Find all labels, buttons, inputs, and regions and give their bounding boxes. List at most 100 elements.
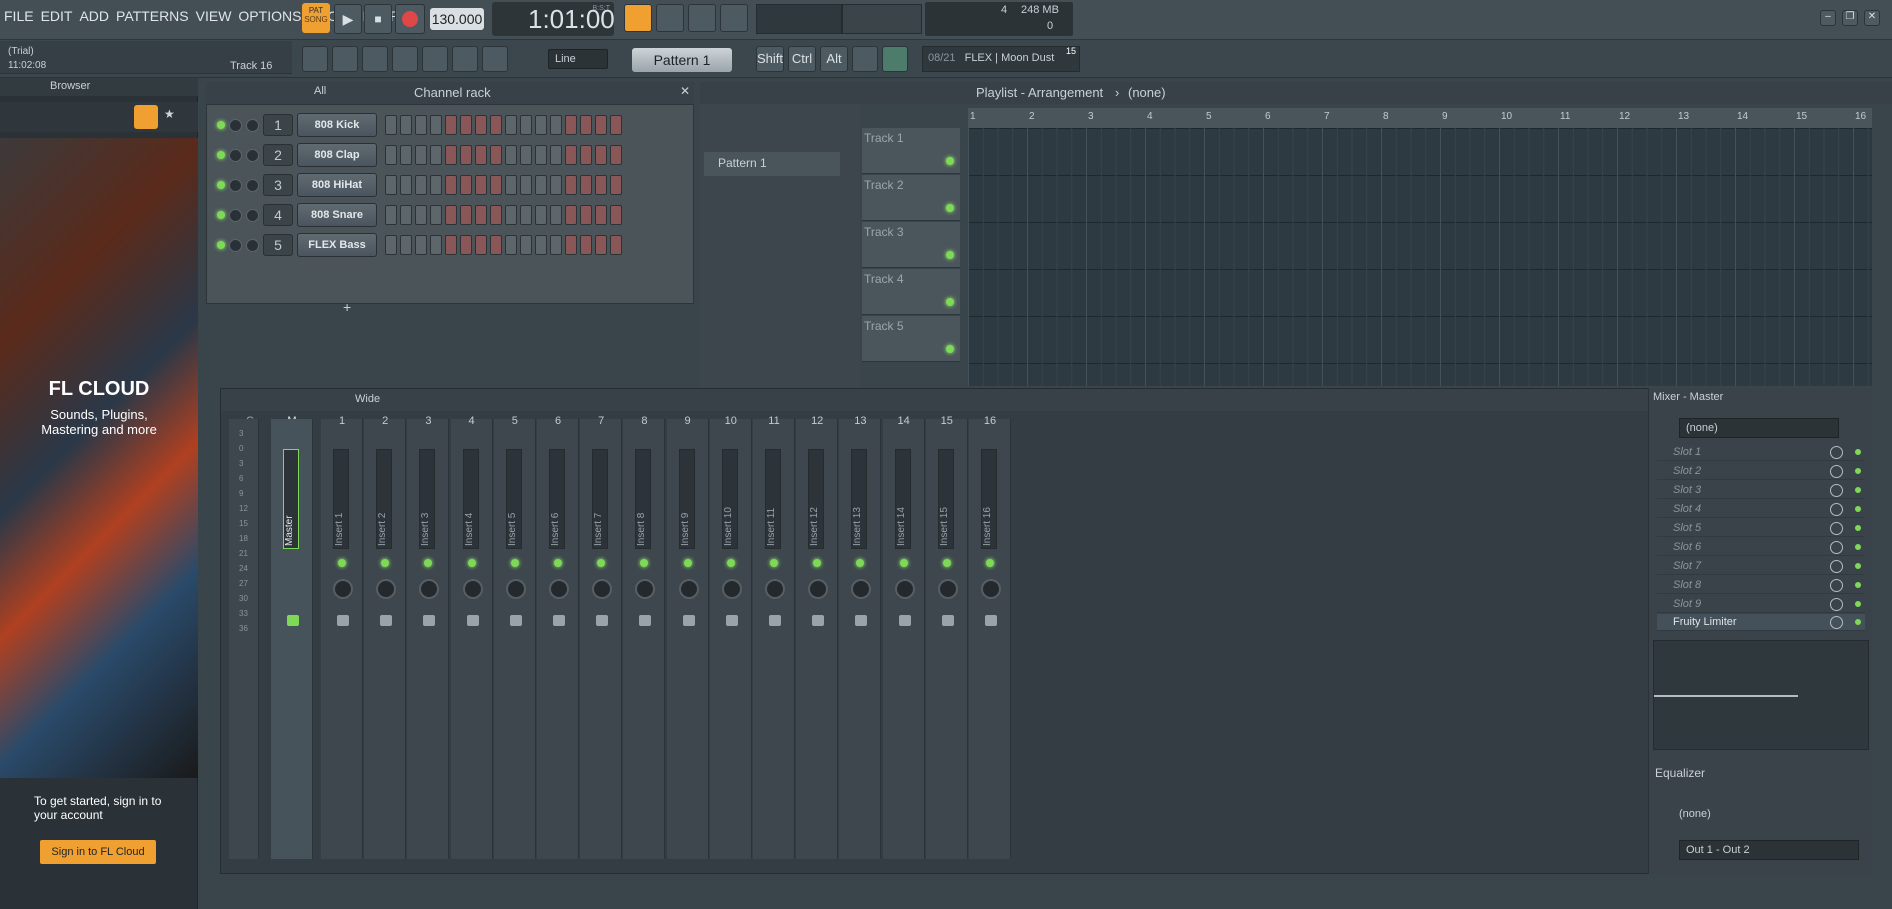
step-button[interactable] (490, 175, 502, 195)
insert-enable-led[interactable] (640, 559, 649, 567)
effect-slot[interactable]: Slot 7 (1657, 558, 1865, 575)
slot-mix-icon[interactable] (1830, 484, 1843, 497)
channel-mixer-number[interactable]: 3 (263, 174, 293, 196)
effect-slot[interactable]: Slot 4 (1657, 501, 1865, 518)
insert-fader[interactable] (639, 615, 652, 626)
insert-fader[interactable] (596, 615, 609, 626)
close-icon[interactable]: ✕ (1864, 10, 1880, 26)
channel-pan-knob[interactable] (229, 118, 242, 132)
slot-enable-icon[interactable] (1855, 506, 1861, 512)
insert-pan-knob[interactable] (981, 579, 1001, 599)
slot-enable-icon[interactable] (1855, 468, 1861, 474)
menu-add[interactable]: ADD (79, 8, 109, 24)
playlist-grid[interactable] (968, 128, 1872, 386)
step-button[interactable] (415, 205, 427, 225)
channel-mixer-number[interactable]: 1 (263, 114, 293, 136)
step-button[interactable] (520, 175, 532, 195)
channel-volume-knob[interactable] (246, 178, 259, 192)
step-button[interactable] (550, 115, 562, 135)
track-enable-led[interactable] (946, 251, 954, 259)
step-button[interactable] (580, 145, 592, 165)
step-button[interactable] (490, 235, 502, 255)
step-button[interactable] (580, 205, 592, 225)
insert-enable-led[interactable] (856, 559, 865, 567)
restore-icon[interactable]: ❐ (1842, 10, 1858, 26)
channel-mute-led[interactable] (217, 241, 225, 249)
step-button[interactable] (520, 235, 532, 255)
insert-pan-knob[interactable] (549, 579, 569, 599)
step-button[interactable] (565, 235, 577, 255)
insert-pan-knob[interactable] (808, 579, 829, 599)
news-panel[interactable]: 08/21 FLEX | Moon Dust (922, 46, 1080, 72)
record-button[interactable] (395, 4, 425, 34)
cart-icon[interactable] (882, 46, 908, 72)
step-button[interactable] (430, 175, 442, 195)
track-header[interactable]: Track 5 (862, 316, 960, 362)
step-button[interactable] (445, 145, 457, 165)
channel-mixer-number[interactable]: 5 (263, 234, 293, 256)
effect-slot[interactable]: Slot 9 (1657, 596, 1865, 613)
step-button[interactable] (595, 115, 607, 135)
insert-pan-knob[interactable] (333, 579, 353, 599)
step-button[interactable] (595, 145, 607, 165)
insert-pan-knob[interactable] (462, 579, 483, 599)
insert-enable-led[interactable] (381, 559, 390, 567)
slot-enable-icon[interactable] (1855, 525, 1861, 531)
plugin-view-icon[interactable] (422, 46, 448, 72)
track-enable-led[interactable] (946, 345, 954, 353)
step-button[interactable] (610, 175, 622, 195)
mixer-track-insert[interactable]: Insert 14 (882, 419, 925, 859)
insert-fader[interactable] (769, 615, 781, 626)
menu-view[interactable]: VIEW (196, 8, 232, 24)
tempo-display[interactable]: 130.000 (430, 8, 484, 30)
insert-enable-led[interactable] (338, 559, 346, 567)
channel-name-button[interactable]: 808 HiHat (297, 173, 377, 197)
mixer-track-insert[interactable]: Insert 16 (969, 419, 1011, 859)
insert-pan-knob[interactable] (765, 579, 785, 599)
slot-enable-icon[interactable] (1855, 449, 1861, 455)
step-button[interactable] (400, 175, 412, 195)
insert-pan-knob[interactable] (851, 579, 872, 599)
insert-fader[interactable] (682, 615, 695, 626)
step-button[interactable] (445, 115, 457, 135)
mixer-track-insert[interactable]: Insert 10 (709, 419, 752, 859)
step-button[interactable] (610, 235, 622, 255)
step-button[interactable] (505, 235, 517, 255)
mixer-track-insert[interactable]: Insert 1 (321, 419, 363, 859)
mixer-view-mode[interactable]: Wide (355, 393, 380, 405)
step-button[interactable] (565, 145, 577, 165)
step-button[interactable] (460, 115, 472, 135)
channel-mixer-number[interactable]: 4 (263, 204, 293, 226)
minimize-icon[interactable]: – (1820, 10, 1836, 26)
mixer-track-insert[interactable]: Insert 2 (364, 419, 407, 859)
insert-enable-led[interactable] (813, 559, 822, 567)
cloud-tab-icon[interactable] (134, 105, 158, 129)
insert-fader[interactable] (898, 615, 911, 626)
step-button[interactable] (550, 175, 562, 195)
insert-fader[interactable] (941, 615, 954, 626)
track-header[interactable]: Track 4 (862, 269, 960, 315)
stop-button[interactable]: ■ (364, 4, 392, 34)
signin-button[interactable]: Sign in to FL Cloud (40, 840, 156, 864)
step-button[interactable] (385, 115, 397, 135)
insert-fader[interactable] (466, 615, 479, 626)
channel-volume-knob[interactable] (246, 118, 259, 132)
track-header[interactable]: Track 1 (862, 128, 960, 174)
step-button[interactable] (415, 175, 427, 195)
channel-name-button[interactable]: 808 Kick (297, 113, 377, 137)
insert-fader[interactable] (553, 615, 565, 626)
step-button[interactable] (475, 235, 487, 255)
eq-graph[interactable] (1653, 640, 1869, 750)
step-button[interactable] (400, 115, 412, 135)
channel-pan-knob[interactable] (229, 238, 242, 252)
menu-options[interactable]: OPTIONS (238, 8, 301, 24)
step-button[interactable] (430, 115, 442, 135)
slot-enable-icon[interactable] (1855, 619, 1861, 625)
menu-file[interactable]: FILE (4, 8, 34, 24)
insert-enable-led[interactable] (899, 559, 908, 567)
step-button[interactable] (400, 145, 412, 165)
channel-filter[interactable]: All (314, 85, 326, 97)
step-button[interactable] (610, 205, 622, 225)
insert-pan-knob[interactable] (635, 579, 656, 599)
step-button[interactable] (520, 145, 532, 165)
